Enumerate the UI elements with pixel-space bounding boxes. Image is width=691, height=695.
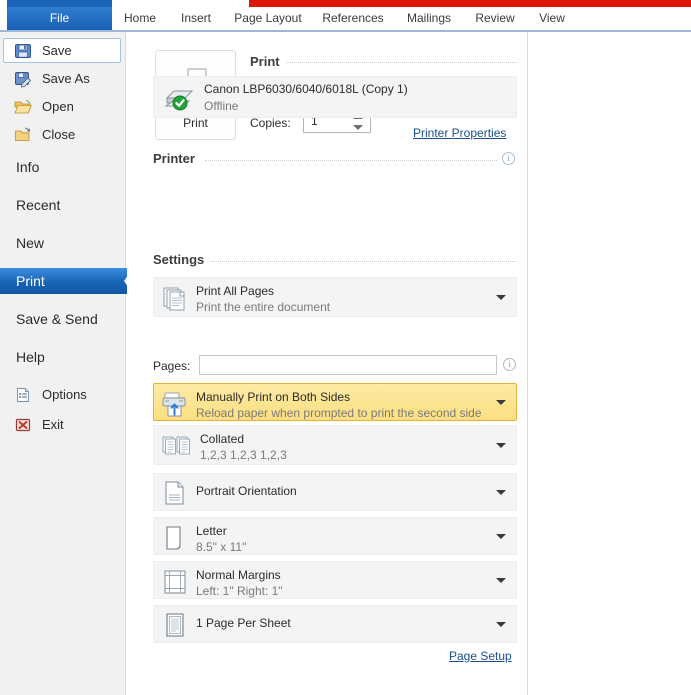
stepper-down-icon[interactable] (353, 125, 363, 130)
sidebar-item-save-and-send[interactable]: Save & Send (0, 306, 126, 332)
sidebar-item-info[interactable]: Info (0, 154, 126, 180)
exit-x-icon (14, 416, 32, 434)
sidebar-item-save-as[interactable]: Save As (0, 66, 126, 92)
word-backstage-print-screen: File Home Insert Page Layout References … (0, 0, 691, 695)
tab-insert[interactable]: Insert (168, 7, 224, 30)
setting-row-orientation[interactable]: Portrait Orientation (153, 473, 517, 511)
title-bar-red-accent (249, 0, 691, 7)
print-button-label: Print (183, 116, 208, 130)
setting-row-duplex[interactable]: Manually Print on Both Sides Reload pape… (153, 383, 517, 421)
setting-row-title: Print All Pages (196, 284, 275, 298)
setting-row-title: 1 Page Per Sheet (196, 616, 291, 630)
tab-file[interactable]: File (7, 7, 112, 30)
backstage-sidebar: Save Save As Open Close Info Recent New … (0, 32, 133, 695)
printer-info-icon[interactable]: i (502, 152, 515, 165)
sidebar-item-label: Help (16, 349, 45, 365)
floppy-disk-pencil-icon (14, 70, 32, 88)
printer-device-icon (165, 85, 195, 111)
sidebar-item-label: Exit (42, 417, 64, 432)
collate-icon (162, 433, 192, 459)
chevron-down-icon[interactable] (496, 400, 506, 405)
setting-row-margins[interactable]: Normal Margins Left: 1" Right: 1" (153, 561, 517, 599)
setting-row-subtitle: Left: 1" Right: 1" (196, 584, 283, 598)
setting-row-title: Manually Print on Both Sides (196, 390, 351, 404)
setting-row-title: Collated (200, 432, 245, 446)
sidebar-item-options[interactable]: Options (0, 382, 126, 408)
title-bar (0, 0, 691, 7)
sidebar-item-label: Save & Send (16, 311, 98, 327)
sidebar-item-label: Close (42, 127, 76, 142)
portrait-page-icon (162, 480, 188, 506)
sidebar-item-label: Save (42, 43, 72, 58)
printer-status: Offline (204, 99, 239, 113)
sidebar-item-save[interactable]: Save (3, 38, 121, 63)
ribbon-tab-bar: File Home Insert Page Layout References … (0, 7, 691, 30)
tab-page-layout[interactable]: Page Layout (224, 7, 312, 30)
floppy-disk-icon (14, 42, 32, 60)
sidebar-item-label: Options (42, 387, 87, 402)
open-folder-icon (14, 98, 32, 116)
setting-row-print-range[interactable]: Print All Pages Print the entire documen… (153, 277, 517, 317)
print-heading: Print (250, 54, 280, 69)
printer-properties-link[interactable]: Printer Properties (413, 126, 506, 140)
sidebar-item-label: Print (16, 273, 45, 289)
setting-row-title: Letter (196, 524, 227, 538)
sidebar-item-label: Save As (42, 71, 90, 86)
tab-mailings[interactable]: Mailings (394, 7, 464, 30)
printer-section-heading: Printer (153, 151, 195, 166)
close-folder-icon (14, 126, 32, 144)
sidebar-item-help[interactable]: Help (0, 344, 126, 370)
sidebar-item-recent[interactable]: Recent (0, 192, 126, 218)
tab-home[interactable]: Home (112, 7, 168, 30)
setting-row-pages-per-sheet[interactable]: 1 Page Per Sheet (153, 605, 517, 643)
settings-section-heading: Settings (153, 252, 205, 267)
setting-row-subtitle: Reload paper when prompted to print the … (196, 406, 482, 420)
paper-size-icon (162, 525, 188, 551)
sidebar-item-exit[interactable]: Exit (0, 412, 126, 438)
tab-view[interactable]: View (526, 7, 578, 30)
printer-name: Canon LBP6030/6040/6018L (Copy 1) (204, 82, 408, 96)
chevron-down-icon[interactable] (496, 443, 506, 448)
margins-icon (162, 569, 188, 595)
setting-row-paper-size[interactable]: Letter 8.5" x 11" (153, 517, 517, 555)
pages-per-sheet-icon (162, 612, 188, 638)
chevron-down-icon[interactable] (496, 534, 506, 539)
page-setup-link[interactable]: Page Setup (449, 649, 512, 663)
pages-input[interactable] (199, 355, 497, 375)
chevron-down-icon[interactable] (496, 490, 506, 495)
print-heading-rule (287, 62, 517, 63)
duplex-printer-icon (162, 391, 188, 417)
setting-row-subtitle: 1,2,3 1,2,3 1,2,3 (200, 448, 287, 462)
copies-label: Copies: (250, 116, 291, 130)
file-tab-top-fill (7, 0, 112, 7)
setting-row-subtitle: Print the entire document (196, 300, 331, 314)
printer-select[interactable]: Canon LBP6030/6040/6018L (Copy 1) Offlin… (153, 76, 517, 118)
sidebar-item-label: Open (42, 99, 74, 114)
setting-row-title: Normal Margins (196, 568, 281, 582)
sidebar-item-label: Info (16, 159, 40, 175)
chevron-down-icon[interactable] (496, 295, 506, 300)
print-preview-pane (528, 32, 691, 695)
sidebar-item-close[interactable]: Close (0, 122, 126, 148)
chevron-down-icon[interactable] (496, 578, 506, 583)
print-settings-pane: Print Print Copies: 1 Printer i Canon LB… (127, 32, 527, 695)
setting-row-title: Portrait Orientation (196, 484, 297, 498)
settings-section-rule (211, 261, 517, 262)
pages-stack-icon (162, 285, 188, 311)
tab-references[interactable]: References (312, 7, 394, 30)
sidebar-item-label: Recent (16, 197, 61, 213)
setting-row-subtitle: 8.5" x 11" (196, 540, 247, 554)
sidebar-item-label: New (16, 235, 45, 251)
chevron-down-icon[interactable] (496, 622, 506, 627)
printer-section-rule (205, 160, 497, 161)
tab-review[interactable]: Review (464, 7, 526, 30)
sidebar-item-open[interactable]: Open (0, 94, 126, 120)
setting-row-collation[interactable]: Collated 1,2,3 1,2,3 1,2,3 (153, 425, 517, 465)
sidebar-item-new[interactable]: New (0, 230, 126, 256)
pages-label: Pages: (153, 359, 191, 373)
pages-info-icon[interactable]: i (503, 358, 516, 371)
sidebar-item-print[interactable]: Print (0, 268, 133, 294)
options-document-icon (14, 386, 32, 404)
